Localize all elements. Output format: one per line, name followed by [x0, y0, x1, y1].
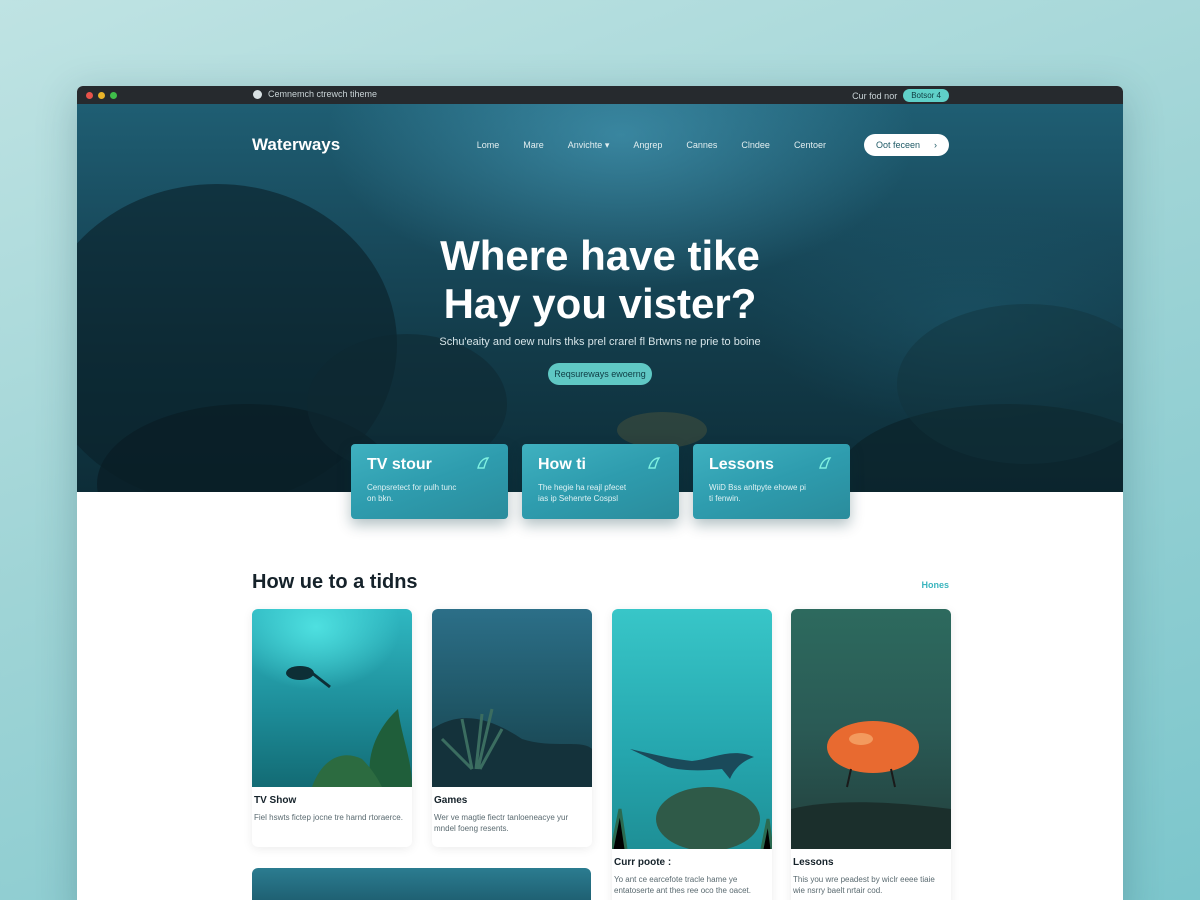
nav-link-2[interactable]: Mare [523, 140, 544, 151]
maximize-window-button[interactable] [110, 92, 117, 99]
feature-card-title: How ti [538, 456, 586, 473]
feature-card-lessons[interactable]: Lessons WiiD Bss anltpyte ehowe pi ti fe… [693, 444, 850, 519]
section-header: How ue to a tidns Hones [252, 571, 949, 594]
card-image-seal [612, 609, 772, 849]
feature-card-row: TV stour Cenpsretect for pulh tunc on bk… [351, 444, 850, 519]
card-title: TV Show [254, 795, 297, 806]
card-title: Curr poote : [614, 857, 672, 868]
nav-cta-label: Oot feceen [875, 140, 920, 150]
top-navigation: Waterways Lome Mare Anvichte ▾ Angrep Ca… [252, 134, 949, 156]
nav-link-5[interactable]: Cannes [686, 140, 717, 151]
feature-card-title: Lessons [709, 456, 774, 473]
nav-link-7[interactable]: Centoer [794, 140, 826, 151]
fin-icon [647, 456, 661, 473]
hero-title: Where have tike Hay you vister? [77, 232, 1123, 328]
browser-actions: Cur fod nor Botsor 4 [852, 89, 949, 102]
nav-link-6[interactable]: Clndee [741, 140, 770, 151]
content-card-lessons[interactable]: Lessons This you wre peadest by wiclr ee… [791, 609, 951, 900]
content-card-games[interactable]: Games Wer ve magtie fiectr tanloeneacye … [432, 609, 592, 847]
nav-cta-button[interactable]: Oot feceen › [863, 134, 949, 156]
feature-card-how-ti[interactable]: How ti The hegie ha reajl pfecet ias ip … [522, 444, 679, 519]
feature-card-desc: WiiD Bss anltpyte ehowe pi ti fenwin. [709, 483, 806, 503]
hero-subtitle: Schu'eaity and oew nulrs thks prel crare… [439, 336, 761, 348]
address-bar[interactable]: Cemnemch ctrewch tiheme [253, 89, 377, 99]
card-desc: Fiel hswts fictep jocne tre harnd rtorae… [254, 813, 403, 822]
browser-chrome: Cemnemch ctrewch tiheme Cur fod nor Bots… [77, 86, 1123, 104]
browser-window: Cemnemch ctrewch tiheme Cur fod nor Bots… [77, 86, 1123, 900]
nav-links: Lome Mare Anvichte ▾ Angrep Cannes Clnde… [453, 140, 826, 151]
fin-icon [476, 456, 490, 473]
card-title: Games [434, 795, 468, 806]
turtle-shape [617, 412, 707, 448]
card-image-creature [791, 609, 951, 849]
nav-link-4[interactable]: Angrep [633, 140, 662, 151]
card-desc: Wer ve magtie fiectr tanloeneacye yur mn… [434, 813, 569, 833]
site-logo[interactable]: Waterways [252, 135, 340, 155]
chevron-right-icon: › [934, 140, 937, 150]
card-desc: Yo ant ce earcefote tracle hame ye entat… [614, 875, 751, 895]
hero-cta-button[interactable]: Reqsureways ewoerng [548, 363, 652, 385]
hero-section: Waterways Lome Mare Anvichte ▾ Angrep Ca… [77, 104, 1123, 492]
card-image-diver [252, 609, 412, 787]
minimize-window-button[interactable] [98, 92, 105, 99]
next-card-image [252, 868, 591, 900]
window-controls [86, 92, 117, 99]
feature-card-desc: Cenpsretect for pulh tunc on bkn. [367, 483, 457, 503]
browser-link[interactable]: Cur fod nor [852, 91, 897, 101]
card-image-reef [432, 609, 592, 787]
close-window-button[interactable] [86, 92, 93, 99]
card-desc: This you wre peadest by wiclr eeee tiaie… [793, 875, 935, 895]
feature-card-title: TV stour [367, 456, 432, 473]
content-card-tv-show[interactable]: TV Show Fiel hswts fictep jocne tre harn… [252, 609, 412, 847]
section-more-link[interactable]: Hones [921, 580, 949, 590]
hero-title-line-1: Where have tike [440, 232, 760, 279]
fin-icon [818, 456, 832, 473]
browser-action-button[interactable]: Botsor 4 [903, 89, 949, 102]
feature-card-tv-stour[interactable]: TV stour Cenpsretect for pulh tunc on bk… [351, 444, 508, 519]
card-title: Lessons [793, 857, 834, 868]
address-text: Cemnemch ctrewch tiheme [268, 89, 378, 99]
hero-title-line-2: Hay you vister? [443, 280, 757, 327]
site-info-icon [253, 89, 262, 99]
content-card-curr-poote[interactable]: Curr poote : Yo ant ce earcefote tracle … [612, 609, 772, 900]
nav-link-1[interactable]: Lome [477, 140, 500, 151]
nav-link-3[interactable]: Anvichte ▾ [568, 140, 610, 151]
section-title: How ue to a tidns [252, 571, 418, 593]
feature-card-desc: The hegie ha reajl pfecet ias ip Sehenrt… [538, 483, 627, 503]
